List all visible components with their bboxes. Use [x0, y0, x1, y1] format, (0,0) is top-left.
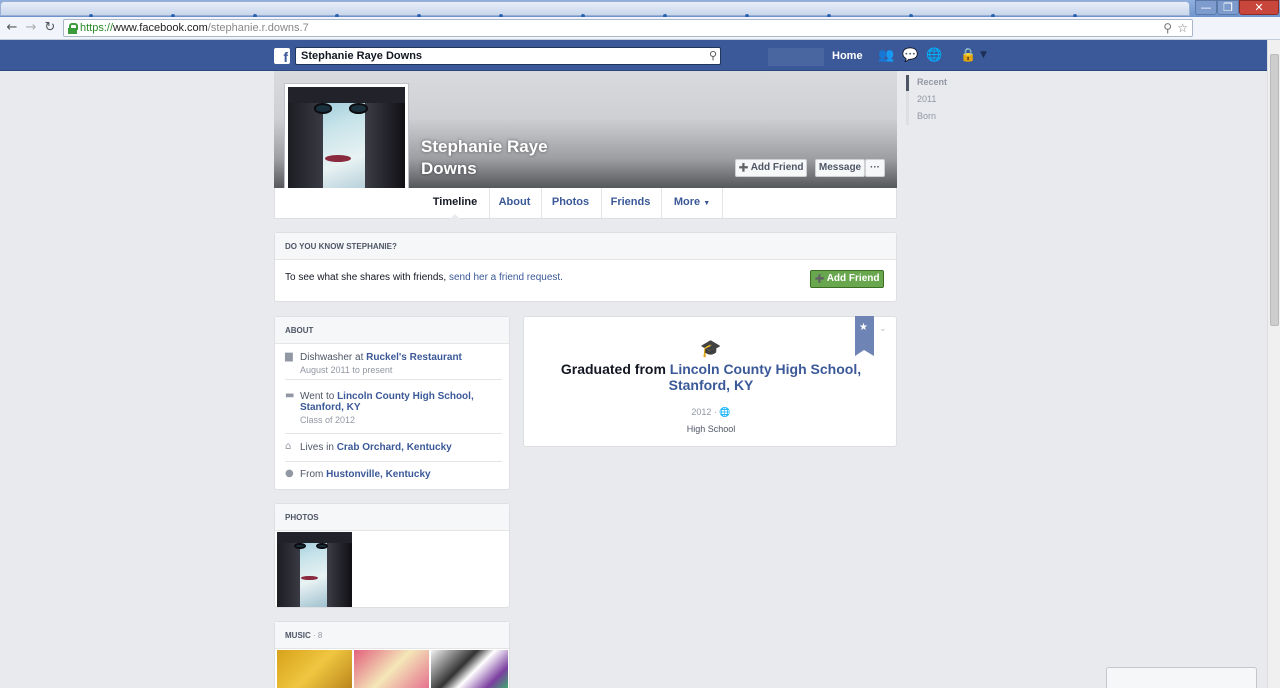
close-window-button[interactable]: ✕	[1239, 0, 1279, 15]
do-you-know-heading: DO YOU KNOW STEPHANIE?	[275, 233, 896, 260]
tab-timeline[interactable]: Timeline	[423, 188, 487, 219]
do-you-know-card: DO YOU KNOW STEPHANIE? To see what she s…	[274, 232, 897, 302]
back-arrow-icon[interactable]: ←	[4, 20, 20, 36]
minimize-button[interactable]: —	[1195, 0, 1217, 15]
scrollbar-thumb[interactable]	[1270, 54, 1279, 326]
divider	[285, 379, 502, 380]
about-lives: ⌂ Lives in Crab Orchard, Kentucky	[285, 441, 452, 454]
music-thumbnail[interactable]	[431, 650, 508, 688]
home-link[interactable]: Home	[832, 50, 863, 62]
current-city-link[interactable]: Crab Orchard, Kentucky	[337, 442, 452, 453]
address-url: https://www.facebook.com/stephanie.r.dow…	[80, 22, 309, 34]
music-card: MUSIC · 8	[274, 621, 510, 688]
browser-titlebar: — ❐ ✕	[0, 0, 1280, 18]
music-thumbnail[interactable]	[354, 650, 429, 688]
more-actions-button[interactable]: ···	[865, 159, 885, 177]
map-pin-icon: ●	[285, 468, 294, 479]
profile-shortcut[interactable]	[768, 48, 824, 66]
chat-sidebar-tab[interactable]	[1106, 667, 1257, 688]
music-thumbnail[interactable]	[277, 650, 352, 688]
about-heading: ABOUT	[275, 317, 509, 344]
page-scrollbar[interactable]	[1267, 40, 1280, 688]
music-heading: MUSIC · 8	[275, 622, 509, 649]
event-year: 2012 · 🌐	[691, 407, 731, 417]
friend-request-prompt: To see what she shares with friends, sen…	[285, 272, 563, 283]
photos-card: PHOTOS	[274, 503, 510, 608]
chevron-down-icon: ▼	[703, 200, 711, 207]
privacy-shortcuts-icon[interactable]: 🔒	[960, 49, 976, 62]
photos-heading: PHOTOS	[275, 504, 509, 531]
graduation-cap-icon: 🎓	[700, 339, 722, 359]
address-bar[interactable]: https://www.facebook.com/stephanie.r.dow…	[63, 19, 1193, 37]
star-icon: ★	[859, 322, 868, 333]
timeline-nav-recent[interactable]: Recent	[917, 77, 947, 87]
add-friend-button[interactable]: ➕ Add Friend	[735, 159, 807, 177]
chevron-down-icon[interactable]: ⌄	[879, 323, 887, 334]
life-event-card: ★ ⌄ 🎓 Graduated from Lincoln County High…	[523, 316, 897, 447]
forward-arrow-icon[interactable]: →	[23, 20, 39, 36]
profile-tabs: Timeline About Photos Friends More ▼	[274, 188, 897, 219]
search-icon[interactable]: ⚲	[709, 49, 717, 62]
search-value: Stephanie Raye Downs	[301, 50, 423, 62]
briefcase-icon: ▆	[285, 351, 293, 362]
house-icon: ⌂	[285, 441, 292, 452]
tab-strip[interactable]	[0, 1, 1190, 18]
school-icon: ▬	[285, 390, 295, 401]
tab-photos[interactable]: Photos	[541, 188, 599, 218]
lock-icon	[68, 23, 78, 34]
about-card: ABOUT ▆ Dishwasher at Ruckel's Restauran…	[274, 316, 510, 490]
work-place-link[interactable]: Ruckel's Restaurant	[366, 352, 462, 363]
zoom-magnifier-icon[interactable]: ⚲	[1163, 21, 1172, 35]
profile-photo	[288, 87, 405, 204]
event-type: High School	[686, 424, 736, 434]
message-button[interactable]: Message	[815, 159, 865, 177]
facebook-header: f Stephanie Raye Downs ⚲ Home 👥 💬 🌐 🔒 ▼	[0, 40, 1267, 71]
maximize-button[interactable]: ❐	[1217, 0, 1239, 15]
globe-icon: 🌐	[719, 407, 731, 417]
tab-friends[interactable]: Friends	[601, 188, 659, 218]
reload-icon[interactable]: ↻	[42, 20, 58, 36]
event-school-link[interactable]: Lincoln County High School, Stanford, KY	[669, 361, 862, 393]
add-friend-green-button[interactable]: ➕ Add Friend	[810, 270, 884, 288]
bookmark-star-icon[interactable]: ☆	[1177, 21, 1188, 35]
about-work: ▆ Dishwasher at Ruckel's Restaurant Augus…	[285, 351, 462, 376]
add-friend-icon: ➕	[738, 163, 751, 172]
account-menu-chevron-icon[interactable]: ▼	[980, 49, 994, 62]
about-school: ▬ Went to Lincoln County High School, St…	[285, 390, 474, 426]
life-event-title: Graduated from Lincoln County High Schoo…	[560, 361, 862, 393]
photo-thumbnail[interactable]	[277, 532, 352, 607]
messages-icon[interactable]: 💬	[902, 49, 918, 62]
browser-toolbar: ← → ↻ https://www.facebook.com/stephanie…	[0, 17, 1280, 40]
timeline-nav-2011[interactable]: 2011	[917, 94, 936, 104]
profile-name[interactable]: Stephanie Raye Downs	[421, 136, 548, 180]
tab-about[interactable]: About	[489, 188, 539, 218]
tab-more[interactable]: More ▼	[661, 188, 723, 218]
timeline-nav-born[interactable]: Born	[917, 111, 936, 121]
timeline-nav: Recent 2011 Born	[906, 75, 986, 125]
notifications-globe-icon[interactable]: 🌐	[926, 49, 942, 62]
facebook-logo[interactable]: f	[274, 48, 290, 64]
hometown-link[interactable]: Hustonville, Kentucky	[326, 469, 430, 480]
divider	[285, 461, 502, 462]
active-marker	[906, 75, 909, 91]
add-friend-icon: ➕	[814, 274, 827, 283]
friend-requests-icon[interactable]: 👥	[878, 49, 894, 62]
about-hometown: ● From Hustonville, Kentucky	[285, 468, 431, 481]
search-input[interactable]: Stephanie Raye Downs ⚲	[295, 47, 721, 65]
divider	[285, 433, 502, 434]
send-friend-request-link[interactable]: send her a friend request.	[449, 272, 563, 283]
